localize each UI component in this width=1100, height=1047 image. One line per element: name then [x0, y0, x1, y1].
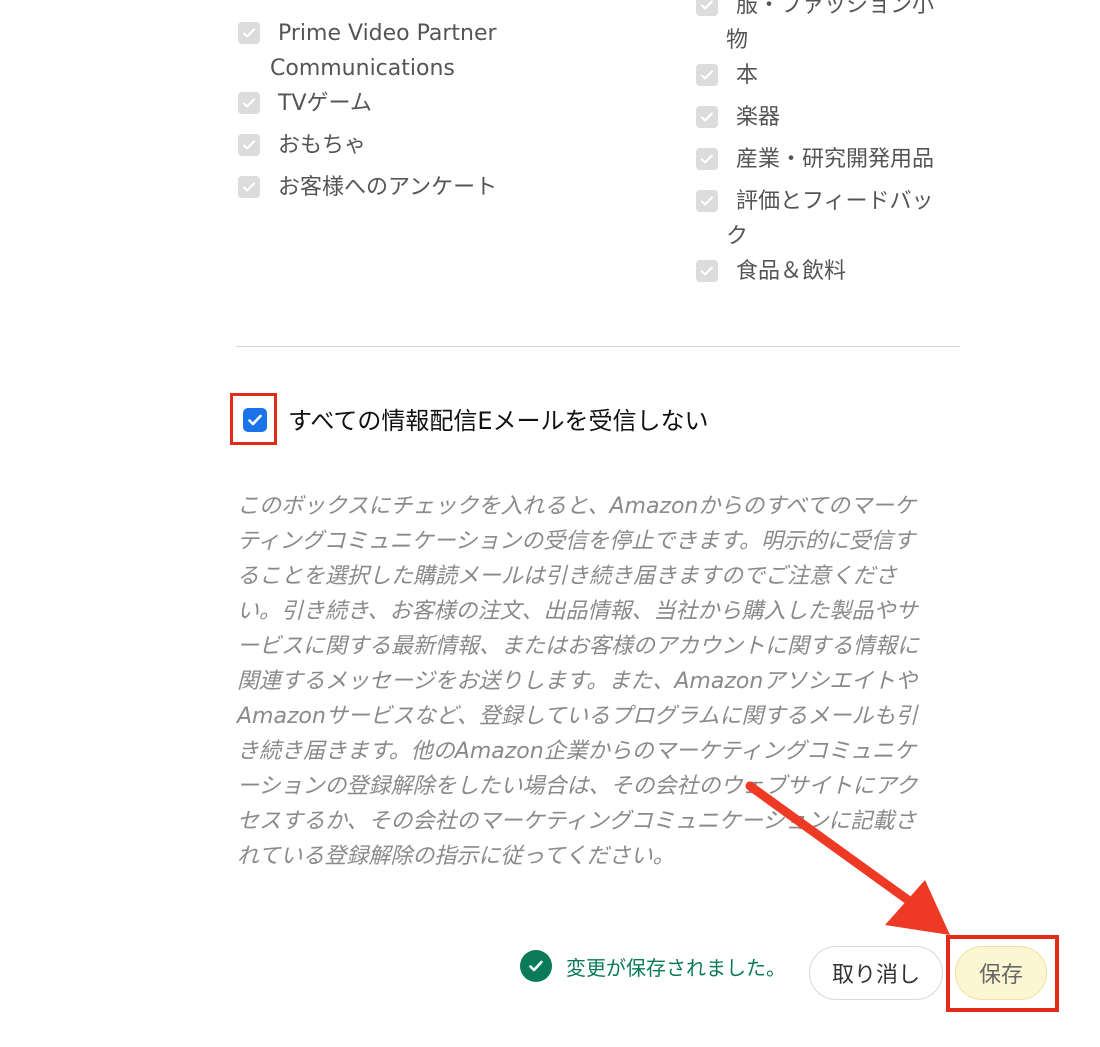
category-label-cont: 物 — [726, 28, 749, 53]
notice-line: 関連するメッセージをお送りします。また、Amazonアソシエイトや — [237, 669, 918, 694]
checkbox-checked-disabled-icon[interactable] — [696, 106, 718, 128]
success-check-icon — [520, 950, 552, 982]
notice-line: れている登録解除の指示に従ってください。 — [237, 844, 675, 869]
category-item[interactable]: 楽器 — [696, 100, 780, 135]
optout-checkbox[interactable] — [243, 408, 267, 432]
category-label-cont: Communications — [270, 56, 455, 81]
notice-line: セスするか、その会社のマーケティングコミュニケーションに記載さ — [237, 809, 917, 834]
checkbox-checked-disabled-icon[interactable] — [696, 148, 718, 170]
checkbox-checked-disabled-icon[interactable] — [238, 176, 260, 198]
category-item[interactable]: 服・ファッション小物 — [696, 0, 934, 58]
cancel-button[interactable]: 取り消し — [809, 946, 943, 1000]
save-status: 変更が保存されました。 — [520, 950, 786, 982]
category-label: 楽器 — [736, 105, 781, 130]
category-item[interactable]: 産業・研究開発用品 — [696, 142, 934, 177]
category-label: 服・ファッション小 — [736, 0, 935, 18]
category-label: 食品＆飲料 — [736, 259, 847, 284]
category-label: 本 — [736, 63, 759, 88]
category-label-cont: ク — [726, 224, 749, 249]
notice-line: このボックスにチェックを入れると、Amazonからのすべてのマーケ — [237, 494, 916, 519]
checkbox-checked-disabled-icon[interactable] — [238, 22, 260, 44]
category-label: 評価とフィードバッ — [736, 189, 934, 214]
checkbox-checked-disabled-icon[interactable] — [696, 190, 718, 212]
category-item[interactable]: 評価とフィードバック — [696, 184, 934, 254]
checkbox-checked-disabled-icon[interactable] — [696, 260, 718, 282]
section-divider — [236, 346, 960, 347]
category-item[interactable]: 本 — [696, 58, 758, 93]
category-item[interactable]: TVゲーム — [238, 86, 372, 121]
checkbox-checked-disabled-icon[interactable] — [238, 134, 260, 156]
notice-line: い。引き続き、お客様の注文、出品情報、当社から購入した製品やサ — [237, 599, 918, 624]
notice-line: ることを選択した購読メールは引き続き届きますのでご注意くださ — [237, 564, 898, 589]
category-item[interactable]: お客様へのアンケート — [238, 170, 497, 205]
checkbox-checked-disabled-icon[interactable] — [696, 64, 718, 86]
optout-label[interactable]: すべての情報配信Eメールを受信しない — [288, 404, 709, 438]
notice-line: Amazonサービスなど、登録しているプログラムに関するメールも引 — [237, 704, 918, 729]
save-button[interactable]: 保存 — [955, 946, 1047, 1000]
save-status-text: 変更が保存されました。 — [566, 955, 786, 980]
notice-line: ーションの登録解除をしたい場合は、その会社のウェブサイトにアク — [237, 774, 918, 799]
category-label: 産業・研究開発用品 — [736, 147, 935, 172]
notice-line: ティングコミュニケーションの受信を停止できます。明示的に受信す — [237, 529, 916, 554]
category-label: TVゲーム — [278, 91, 372, 116]
category-item[interactable]: おもちゃ — [238, 128, 366, 163]
checkbox-checked-disabled-icon[interactable] — [696, 0, 718, 16]
category-label: お客様へのアンケート — [278, 175, 498, 200]
category-label: おもちゃ — [278, 133, 367, 158]
category-label: Prime Video Partner — [278, 21, 497, 46]
checkmark-icon — [248, 414, 262, 426]
notice-line: き続き届きます。他のAmazon企業からのマーケティングコミュニケ — [237, 739, 916, 764]
checkbox-checked-disabled-icon[interactable] — [238, 92, 260, 114]
category-item[interactable]: Prime Video Partner Communications — [238, 16, 497, 86]
optout-notice: このボックスにチェックを入れると、Amazonからのすべてのマーケ ティングコミ… — [237, 489, 957, 874]
notice-line: ービスに関する最新情報、またはお客様のアカウントに関する情報に — [237, 634, 920, 659]
category-item[interactable]: 食品＆飲料 — [696, 254, 846, 289]
